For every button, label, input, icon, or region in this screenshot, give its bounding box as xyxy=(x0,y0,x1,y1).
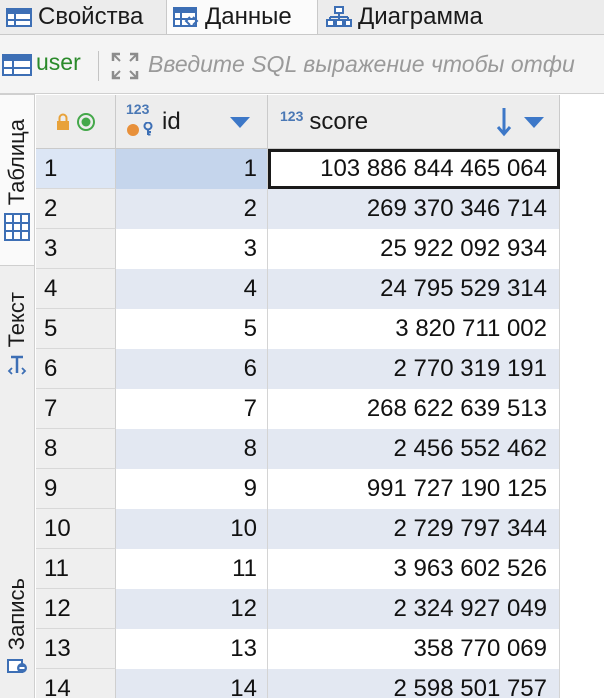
score-cell[interactable]: 24 795 529 314 xyxy=(268,269,560,309)
score-cell[interactable]: 103 886 844 465 064 xyxy=(268,149,560,189)
id-cell[interactable]: 11 xyxy=(116,549,268,589)
id-cell[interactable]: 8 xyxy=(116,429,268,469)
sql-filter-input[interactable] xyxy=(148,47,604,81)
table-row[interactable]: 7 7 268 622 639 513 xyxy=(36,389,604,429)
id-cell[interactable]: 12 xyxy=(116,589,268,629)
score-cell[interactable]: 3 820 711 002 xyxy=(268,309,560,349)
tab-properties[interactable]: Свойства xyxy=(0,0,164,34)
side-tab-text-label: Текст xyxy=(4,292,29,348)
expand-icon[interactable] xyxy=(110,51,140,81)
entity-name[interactable]: user xyxy=(36,49,81,76)
table-row[interactable]: 553 820 711 002 xyxy=(36,309,604,349)
table-icon xyxy=(2,54,32,76)
score-cell[interactable]: 358 770 069 xyxy=(268,629,560,669)
table-row[interactable]: 10 10 2 729 797 344 xyxy=(36,509,604,549)
divider xyxy=(98,51,99,81)
row-number-cell[interactable]: 4 xyxy=(36,269,116,309)
id-cell[interactable]: 14 xyxy=(116,669,268,698)
side-tab-table-label: Таблица xyxy=(4,118,29,206)
diagram-icon xyxy=(326,6,352,27)
numeric-type-icon: 123 xyxy=(280,107,304,124)
row-number-cell[interactable]: 13 xyxy=(36,629,116,669)
score-cell[interactable]: 2 770 319 191 xyxy=(268,349,560,389)
column-header-score[interactable]: 123 score xyxy=(268,95,560,149)
row-number-cell[interactable]: 10 xyxy=(36,509,116,549)
id-cell[interactable]: 1 xyxy=(116,149,268,189)
table-row[interactable]: 13 13 358 770 069 xyxy=(36,629,604,669)
filter-bar: user xyxy=(0,35,604,94)
score-cell[interactable]: 991 727 190 125 xyxy=(268,469,560,509)
id-cell[interactable]: 9 xyxy=(116,469,268,509)
side-tab-record-label: Запись xyxy=(4,578,29,651)
editor-tab-bar: Свойства Данные Диаграмма xyxy=(0,0,604,35)
status-circle-icon xyxy=(76,112,95,131)
sort-descending-icon[interactable] xyxy=(496,107,512,137)
column-id-label: id xyxy=(162,107,181,135)
chevron-down-icon[interactable] xyxy=(524,117,544,128)
id-cell[interactable]: 4 xyxy=(116,269,268,309)
row-header-corner[interactable] xyxy=(36,95,116,149)
tab-diagram[interactable]: Диаграмма xyxy=(320,0,520,34)
table-row[interactable]: 2 2 269 370 346 714 xyxy=(36,189,604,229)
score-cell[interactable]: 2 456 552 462 xyxy=(268,429,560,469)
numeric-key-icon: 123 xyxy=(126,101,156,137)
presentation-side-panel: Таблица Текст Запись xyxy=(0,94,35,698)
column-header-id[interactable]: 123 id xyxy=(116,95,268,149)
score-cell[interactable]: 25 922 092 934 xyxy=(268,229,560,269)
table-row[interactable]: 1 1 103 886 844 465 064 xyxy=(36,149,604,189)
tab-data[interactable]: Данные xyxy=(166,0,318,34)
results-grid: 123 id 123 score 1 1 103 886 844 465 064 2 2… xyxy=(36,95,604,698)
id-cell[interactable]: 3 xyxy=(116,229,268,269)
id-cell[interactable]: 7 xyxy=(116,389,268,429)
row-number-cell[interactable]: 12 xyxy=(36,589,116,629)
key-dot-icon xyxy=(127,123,139,136)
data-grid-icon xyxy=(173,7,199,27)
lock-icon xyxy=(56,113,69,130)
grid-icon xyxy=(4,213,30,242)
text-format-icon xyxy=(7,355,27,375)
table-row[interactable]: 11 11 3 963 602 526 xyxy=(36,549,604,589)
row-number-cell[interactable]: 14 xyxy=(36,669,116,698)
score-cell[interactable]: 269 370 346 714 xyxy=(268,189,560,229)
id-cell[interactable]: 13 xyxy=(116,629,268,669)
score-cell[interactable]: 3 963 602 526 xyxy=(268,549,560,589)
table-row[interactable]: 12 12 2 324 927 049 xyxy=(36,589,604,629)
score-cell[interactable]: 2 324 927 049 xyxy=(268,589,560,629)
side-tab-text[interactable]: Текст xyxy=(0,274,34,394)
score-cell[interactable]: 2 598 501 757 xyxy=(268,669,560,698)
chevron-down-icon[interactable] xyxy=(230,117,250,128)
row-number-cell[interactable]: 3 xyxy=(36,229,116,269)
side-tab-table[interactable]: Таблица xyxy=(0,94,34,266)
id-cell[interactable]: 10 xyxy=(116,509,268,549)
table-row[interactable]: 9 9 991 727 190 125 xyxy=(36,469,604,509)
properties-icon xyxy=(6,8,32,27)
side-tab-record[interactable]: Запись xyxy=(0,574,34,698)
row-number-cell[interactable]: 5 xyxy=(36,309,116,349)
row-number-cell[interactable]: 2 xyxy=(36,189,116,229)
row-number-cell[interactable]: 11 xyxy=(36,549,116,589)
key-icon xyxy=(143,121,153,135)
row-number-cell[interactable]: 6 xyxy=(36,349,116,389)
table-row[interactable]: 14 14 2 598 501 757 xyxy=(36,669,604,698)
id-cell[interactable]: 2 xyxy=(116,189,268,229)
id-cell[interactable]: 6 xyxy=(116,349,268,389)
row-number-cell[interactable]: 1 xyxy=(36,149,116,189)
row-number-cell[interactable]: 8 xyxy=(36,429,116,469)
tab-properties-label: Свойства xyxy=(38,3,144,30)
table-row[interactable]: 662 770 319 191 xyxy=(36,349,604,389)
score-cell[interactable]: 2 729 797 344 xyxy=(268,509,560,549)
row-number-cell[interactable]: 7 xyxy=(36,389,116,429)
tab-diagram-label: Диаграмма xyxy=(358,3,483,30)
score-cell[interactable]: 268 622 639 513 xyxy=(268,389,560,429)
row-number-cell[interactable]: 9 xyxy=(36,469,116,509)
id-cell[interactable]: 5 xyxy=(116,309,268,349)
column-score-label: score xyxy=(309,107,369,135)
table-row[interactable]: 4 4 24 795 529 314 xyxy=(36,269,604,309)
record-icon xyxy=(7,659,27,674)
tab-data-label: Данные xyxy=(205,3,292,30)
table-row[interactable]: 3 3 25 922 092 934 xyxy=(36,229,604,269)
table-row[interactable]: 882 456 552 462 xyxy=(36,429,604,469)
